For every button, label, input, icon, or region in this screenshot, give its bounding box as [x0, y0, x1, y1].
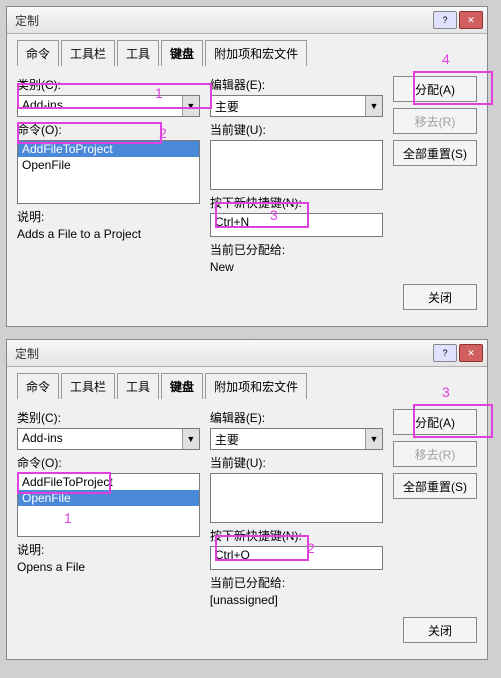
- title-text: 定制: [11, 12, 431, 29]
- tab-4[interactable]: 附加项和宏文件: [205, 40, 307, 66]
- tab-0[interactable]: 命令: [17, 373, 59, 399]
- title-text: 定制: [11, 345, 431, 362]
- assigned-value: [unassigned]: [210, 593, 383, 607]
- category-label: 类别(C):: [17, 409, 200, 426]
- editor-label: 编辑器(E):: [210, 409, 383, 426]
- reset-button[interactable]: 全部重置(S): [393, 473, 477, 499]
- annotation-box: [215, 535, 309, 561]
- command-label: 命令(O):: [17, 454, 200, 471]
- assigned-label: 当前已分配给:: [210, 574, 383, 591]
- chevron-down-icon[interactable]: ▼: [365, 429, 382, 449]
- reset-button[interactable]: 全部重置(S): [393, 140, 477, 166]
- titlebar: 定制 ? ✕: [7, 7, 487, 34]
- annotation-box: [413, 71, 493, 105]
- tab-4[interactable]: 附加项和宏文件: [205, 373, 307, 399]
- editor-combo[interactable]: 主要 ▼: [210, 95, 383, 117]
- annotation-box: [215, 202, 309, 228]
- customize-dialog: 1 2 3 4 定制 ? ✕ 命令工具栏工具键盘附加项和宏文件 类别(C): A…: [6, 6, 488, 327]
- command-item[interactable]: OpenFile: [18, 157, 199, 173]
- current-key-label: 当前键(U):: [210, 454, 383, 471]
- description-label: 说明:: [17, 208, 200, 225]
- help-button[interactable]: ?: [433, 344, 457, 362]
- customize-dialog: 1 2 3 定制 ? ✕ 命令工具栏工具键盘附加项和宏文件 类别(C): Add…: [6, 339, 488, 660]
- help-button[interactable]: ?: [433, 11, 457, 29]
- assigned-value: New: [210, 260, 383, 274]
- remove-button[interactable]: 移去(R): [393, 108, 477, 134]
- description-value: Opens a File: [17, 560, 200, 574]
- editor-combo[interactable]: 主要 ▼: [210, 428, 383, 450]
- category-combo[interactable]: Add-ins ▼: [17, 428, 200, 450]
- current-key-box[interactable]: [210, 473, 383, 523]
- editor-value: 主要: [211, 429, 365, 449]
- command-list[interactable]: AddFileToProjectOpenFile: [17, 140, 200, 204]
- current-key-label: 当前键(U):: [210, 121, 383, 138]
- remove-button[interactable]: 移去(R): [393, 441, 477, 467]
- description-label: 说明:: [17, 541, 200, 558]
- tab-3[interactable]: 键盘: [161, 373, 203, 399]
- editor-label: 编辑器(E):: [210, 76, 383, 93]
- tab-2[interactable]: 工具: [117, 40, 159, 66]
- description-value: Adds a File to a Project: [17, 227, 200, 241]
- chevron-down-icon[interactable]: ▼: [182, 429, 199, 449]
- annotation-number: 2: [159, 125, 167, 141]
- tab-strip: 命令工具栏工具键盘附加项和宏文件: [7, 367, 487, 399]
- titlebar: 定制 ? ✕: [7, 340, 487, 367]
- editor-value: 主要: [211, 96, 365, 116]
- tab-1[interactable]: 工具栏: [61, 373, 115, 399]
- annotation-box: [17, 83, 212, 109]
- annotation-number: 3: [442, 384, 450, 400]
- tab-0[interactable]: 命令: [17, 40, 59, 66]
- annotation-box: [413, 404, 493, 438]
- annotation-number: 1: [64, 510, 72, 526]
- assigned-label: 当前已分配给:: [210, 241, 383, 258]
- annotation-box: [17, 472, 111, 494]
- annotation-number: 3: [270, 207, 278, 223]
- category-value: Add-ins: [18, 429, 182, 449]
- tab-1[interactable]: 工具栏: [61, 40, 115, 66]
- tab-strip: 命令工具栏工具键盘附加项和宏文件: [7, 34, 487, 66]
- tab-2[interactable]: 工具: [117, 373, 159, 399]
- current-key-box[interactable]: [210, 140, 383, 190]
- annotation-number: 4: [442, 51, 450, 67]
- annotation-number: 1: [155, 85, 163, 101]
- close-button[interactable]: ✕: [459, 11, 483, 29]
- annotation-number: 2: [307, 540, 315, 556]
- close-button[interactable]: ✕: [459, 344, 483, 362]
- close-dialog-button[interactable]: 关闭: [403, 284, 477, 310]
- tab-3[interactable]: 键盘: [161, 40, 203, 66]
- annotation-box: [17, 122, 162, 144]
- close-dialog-button[interactable]: 关闭: [403, 617, 477, 643]
- chevron-down-icon[interactable]: ▼: [365, 96, 382, 116]
